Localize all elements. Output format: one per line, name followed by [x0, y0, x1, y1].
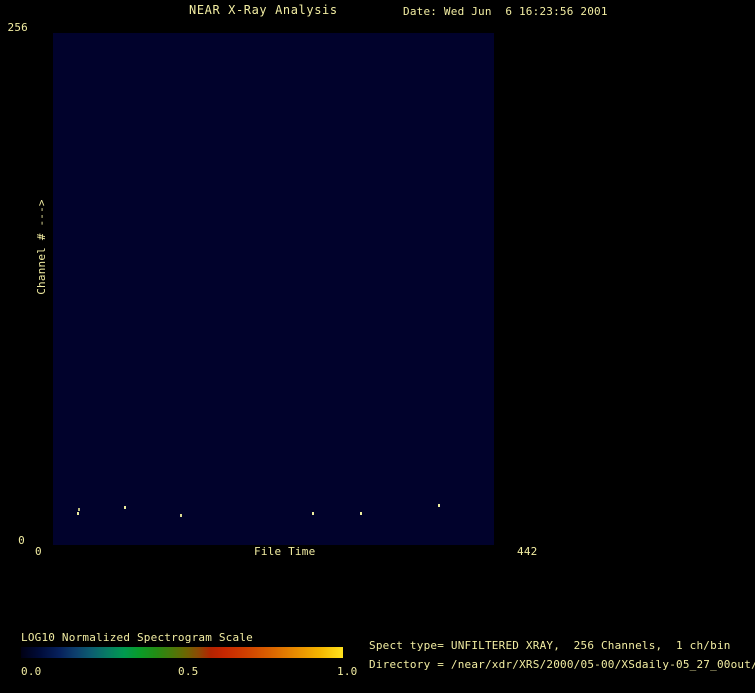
spectrogram-point [78, 508, 80, 511]
x-axis-min-label: 0 [35, 545, 42, 558]
colorbar-tick-mid: 0.5 [178, 665, 198, 678]
spectrogram-point [124, 506, 126, 509]
spectrogram-point [360, 512, 362, 515]
spectrogram-point [77, 512, 79, 515]
spectrogram-point [438, 504, 440, 507]
y-axis-min-label: 0 [6, 534, 25, 547]
y-axis-title: Channel # ---> [35, 176, 49, 318]
spect-type-line: Spect type= UNFILTERED XRAY, 256 Channel… [369, 639, 731, 652]
app-background: { "window": { "title": "NEAR X-Ray Analy… [0, 0, 755, 693]
spectrogram-point [180, 514, 182, 517]
spectrogram-point [312, 512, 314, 515]
y-axis-max-label: 256 [6, 21, 28, 34]
colorbar-title: LOG10 Normalized Spectrogram Scale [21, 631, 253, 644]
colorbar-tick-max: 1.0 [337, 665, 357, 678]
x-axis-title: File Time [254, 545, 315, 558]
colorbar-gradient [21, 647, 343, 658]
page-title: NEAR X-Ray Analysis [189, 4, 338, 17]
spectrogram-plot-area[interactable] [53, 33, 494, 545]
directory-line: Directory = /near/xdr/XRS/2000/05-00/XSd… [369, 658, 755, 671]
date-label: Date: Wed Jun 6 16:23:56 2001 [403, 5, 608, 18]
colorbar-tick-min: 0.0 [21, 665, 41, 678]
x-axis-max-label: 442 [517, 545, 537, 558]
